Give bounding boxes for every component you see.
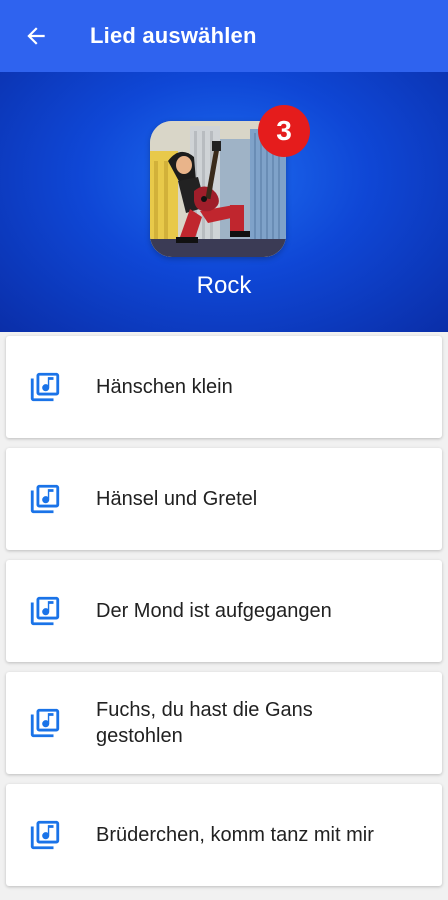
- list-item[interactable]: Hänsel und Gretel: [6, 448, 442, 550]
- list-item[interactable]: Der Mond ist aufgegangen: [6, 560, 442, 662]
- list-item[interactable]: Brüderchen, komm tanz mit mir: [6, 784, 442, 886]
- music-library-icon: [30, 484, 60, 514]
- song-title: Der Mond ist aufgegangen: [96, 600, 332, 622]
- app-bar: Lied auswählen: [0, 0, 448, 72]
- genre-header: 3 Rock: [0, 72, 448, 332]
- list-item[interactable]: Fuchs, du hast die Gans gestohlen: [6, 672, 442, 774]
- arrow-back-icon: [27, 27, 45, 45]
- music-library-icon: [30, 372, 60, 402]
- page-title: Lied auswählen: [90, 23, 257, 48]
- music-library-icon: [30, 820, 60, 850]
- song-title: Hänsel und Gretel: [96, 488, 258, 510]
- song-title: Brüderchen, komm tanz mit mir: [96, 824, 374, 846]
- music-library-icon: [30, 708, 60, 738]
- song-title: Fuchs, du hast die Gans gestohlen: [96, 699, 313, 747]
- list-item[interactable]: Hänschen klein: [6, 336, 442, 438]
- genre-title: Rock: [196, 272, 252, 299]
- notification-badge: 3: [258, 105, 310, 157]
- back-button[interactable]: [20, 20, 52, 52]
- music-library-icon: [30, 596, 60, 626]
- song-title: Hänschen klein: [96, 376, 233, 398]
